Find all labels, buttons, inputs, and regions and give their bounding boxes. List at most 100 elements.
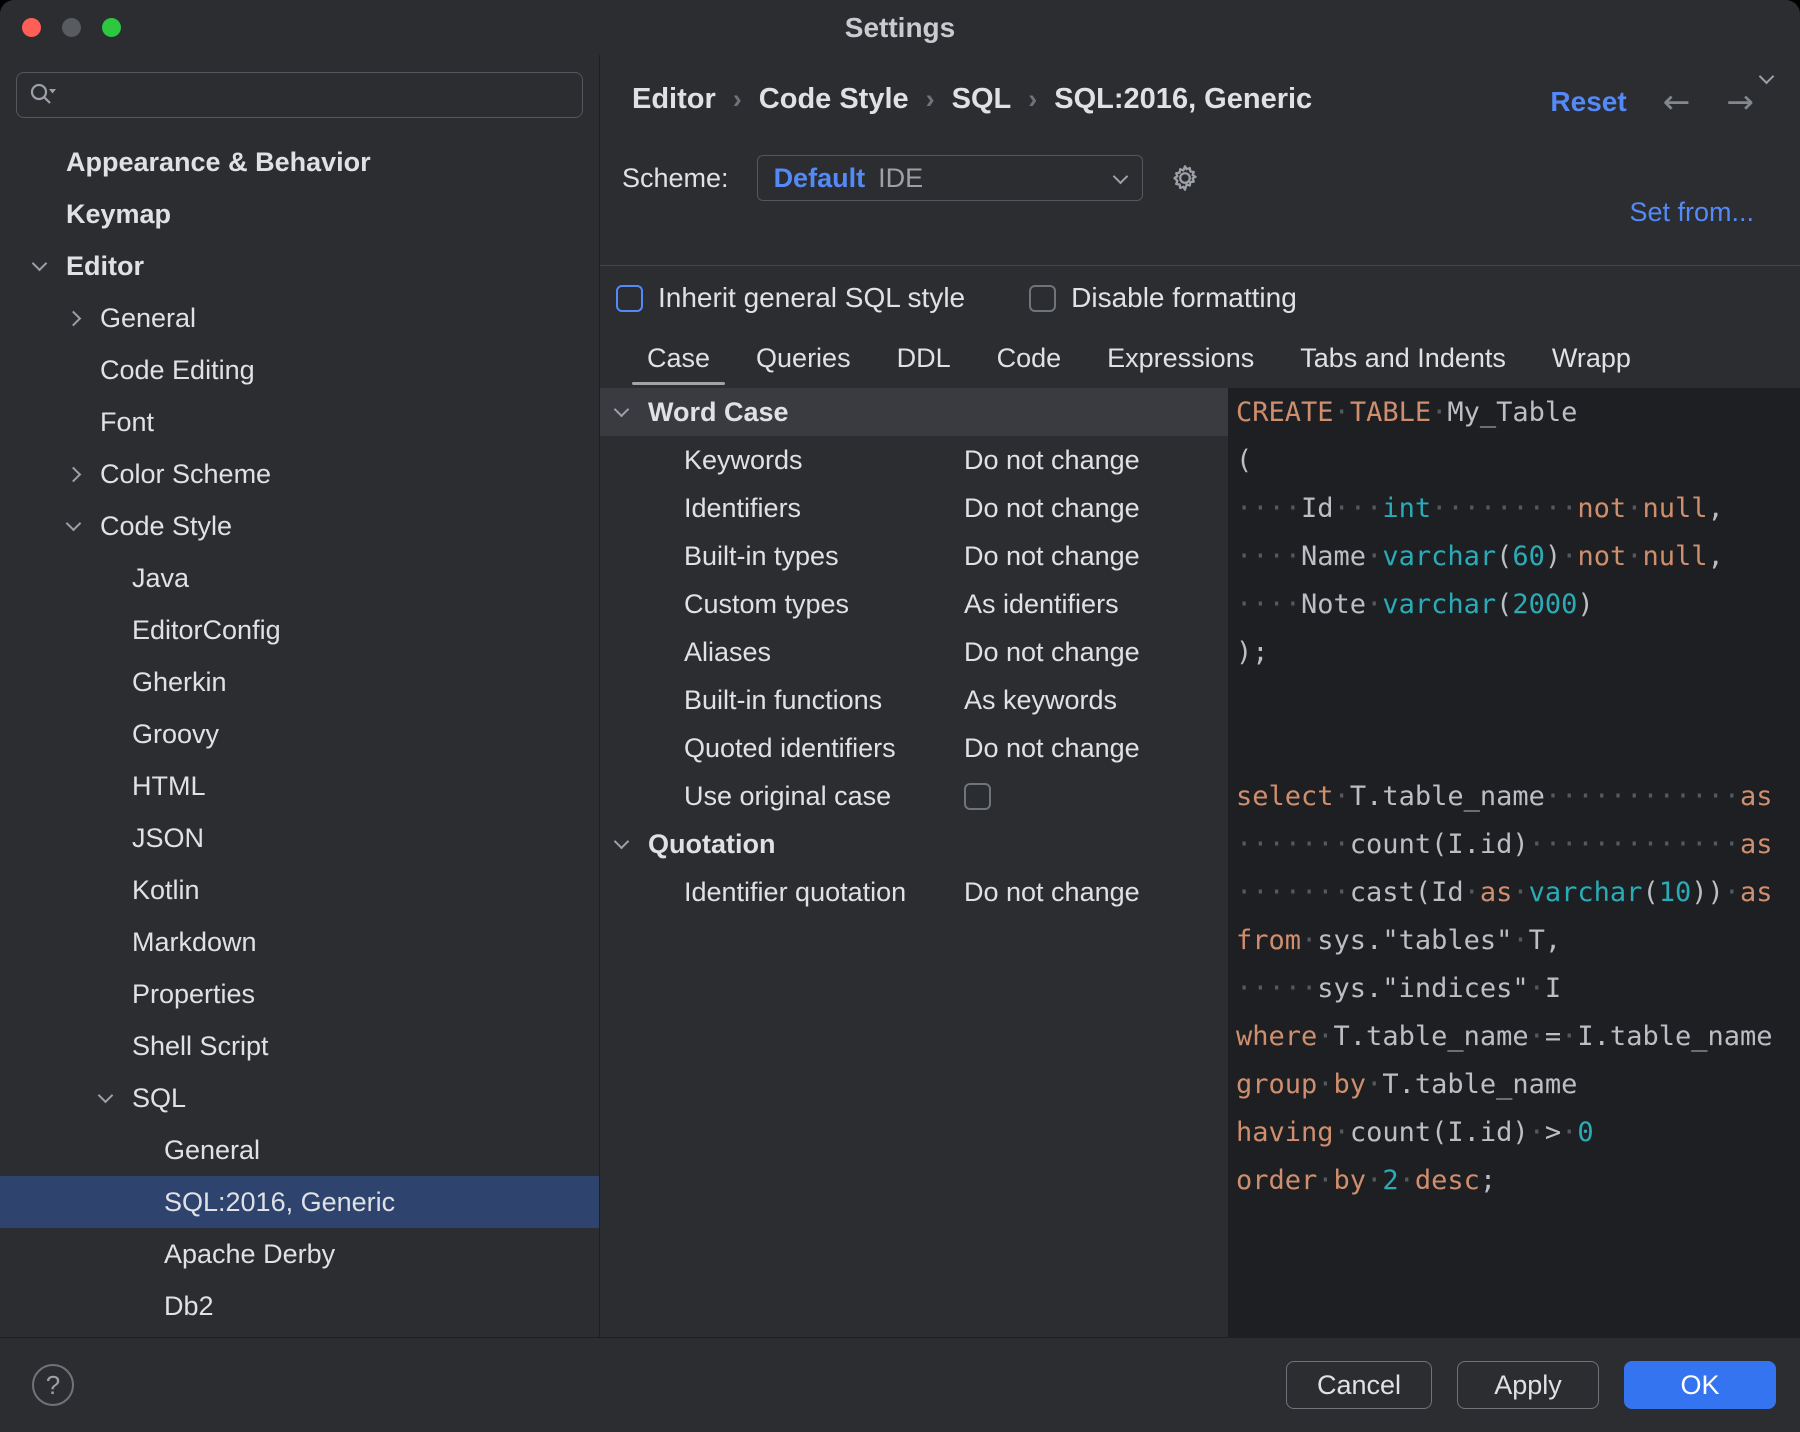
code-token: ····· — [1236, 973, 1317, 1004]
tab-wrapp[interactable]: Wrapp — [1529, 328, 1654, 388]
close-window-button[interactable] — [22, 18, 41, 37]
code-token: · — [1512, 925, 1528, 956]
setting-value-dropdown[interactable]: Do not change — [964, 493, 1140, 524]
code-line: ····Id···int·········not·null, — [1236, 485, 1800, 533]
cancel-button[interactable]: Cancel — [1286, 1361, 1432, 1409]
sidebar-item-label: Java — [132, 563, 189, 594]
reset-button[interactable]: Reset — [1550, 86, 1626, 118]
sidebar-item-label: JSON — [132, 823, 204, 854]
forward-icon[interactable]: → — [1726, 85, 1754, 118]
setting-row-identifier-quotation: Identifier quotationDo not change — [600, 868, 1228, 916]
setting-value-dropdown[interactable]: Do not change — [964, 541, 1140, 572]
setting-label: Keywords — [684, 445, 964, 476]
group-header-quotation[interactable]: Quotation — [600, 820, 1228, 868]
code-token: sys."indices" — [1317, 973, 1528, 1004]
sidebar-item-color-scheme[interactable]: Color Scheme — [0, 448, 599, 500]
sidebar-item-groovy[interactable]: Groovy — [0, 708, 599, 760]
setting-label: Built-in types — [684, 541, 964, 572]
setting-value-dropdown[interactable]: Do not change — [964, 877, 1140, 908]
code-token: · — [1317, 1165, 1333, 1196]
back-icon[interactable]: ← — [1663, 85, 1691, 118]
setting-value-dropdown[interactable]: Do not change — [964, 637, 1140, 668]
sidebar-item-sql[interactable]: SQL — [0, 1072, 599, 1124]
setting-value-dropdown[interactable]: As keywords — [964, 685, 1117, 716]
sidebar-item-kotlin[interactable]: Kotlin — [0, 864, 599, 916]
tab-expressions[interactable]: Expressions — [1084, 328, 1277, 388]
code-token: T.table_name — [1350, 781, 1545, 812]
code-token: count(I.id) — [1350, 1117, 1529, 1148]
chevron-down-icon[interactable] — [34, 263, 66, 269]
header-actions: Reset ← → — [1550, 85, 1754, 118]
search-input[interactable] — [16, 72, 583, 118]
sidebar-item-editorconfig[interactable]: EditorConfig — [0, 604, 599, 656]
sidebar-item-properties[interactable]: Properties — [0, 968, 599, 1020]
gear-icon[interactable] — [1169, 162, 1201, 194]
use-original-case-checkbox[interactable] — [964, 783, 991, 810]
ok-button[interactable]: OK — [1624, 1361, 1776, 1409]
code-line: ·····sys."indices"·I — [1236, 965, 1800, 1013]
code-token: by — [1334, 1165, 1367, 1196]
sidebar-item-sql-2016-generic[interactable]: SQL:2016, Generic — [0, 1176, 599, 1228]
tab-ddl[interactable]: DDL — [874, 328, 974, 388]
sidebar-item-label: Db2 — [164, 1291, 214, 1322]
sidebar-item-font[interactable]: Font — [0, 396, 599, 448]
sidebar-item-markdown[interactable]: Markdown — [0, 916, 599, 968]
code-token: · — [1529, 1021, 1545, 1052]
sidebar-item-shell-script[interactable]: Shell Script — [0, 1020, 599, 1072]
setting-value-dropdown[interactable]: As identifiers — [964, 589, 1119, 620]
sidebar-item-json[interactable]: JSON — [0, 812, 599, 864]
tab-code[interactable]: Code — [974, 328, 1085, 388]
setting-row-use-original-case: Use original case — [600, 772, 1228, 820]
code-token: · — [1464, 877, 1480, 908]
tab-case[interactable]: Case — [624, 328, 733, 388]
minimize-window-button[interactable] — [62, 18, 81, 37]
apply-button[interactable]: Apply — [1457, 1361, 1599, 1409]
breadcrumb-item-sql[interactable]: SQL — [952, 83, 1012, 116]
sidebar-item-java[interactable]: Java — [0, 552, 599, 604]
tabs-overflow-chevron-down-icon[interactable] — [1761, 69, 1772, 87]
zoom-window-button[interactable] — [102, 18, 121, 37]
chevron-down-icon[interactable] — [616, 409, 648, 415]
code-line: CREATE·TABLE·My_Table — [1236, 389, 1800, 437]
sidebar-item-general[interactable]: General — [0, 292, 599, 344]
breadcrumb-item-code-style[interactable]: Code Style — [759, 83, 909, 116]
sidebar-item-general[interactable]: General — [0, 1124, 599, 1176]
sidebar-item-db2[interactable]: Db2 — [0, 1280, 599, 1332]
sidebar-item-label: EditorConfig — [132, 615, 281, 646]
group-title: Word Case — [648, 397, 789, 428]
chevron-right-icon[interactable] — [68, 313, 100, 324]
chevron-down-icon[interactable] — [616, 841, 648, 847]
sidebar-item-appearance-behavior[interactable]: Appearance & Behavior — [0, 136, 599, 188]
help-button[interactable]: ? — [32, 1364, 74, 1406]
tab-tabs-and-indents[interactable]: Tabs and Indents — [1277, 328, 1529, 388]
set-from-link[interactable]: Set from... — [1629, 197, 1754, 228]
chevron-right-icon[interactable] — [68, 469, 100, 480]
tab-queries[interactable]: Queries — [733, 328, 874, 388]
code-token: 0 — [1577, 1117, 1593, 1148]
disable-formatting-checkbox[interactable] — [1029, 285, 1056, 312]
chevron-down-icon[interactable] — [68, 523, 100, 529]
sidebar-item-apache-derby[interactable]: Apache Derby — [0, 1228, 599, 1280]
inherit-sql-style-checkbox[interactable] — [616, 285, 643, 312]
breadcrumb-item-editor[interactable]: Editor — [632, 83, 716, 116]
setting-value-dropdown[interactable]: Do not change — [964, 445, 1140, 476]
code-token: , — [1708, 493, 1724, 524]
scheme-suffix: IDE — [878, 163, 923, 194]
setting-label: Custom types — [684, 589, 964, 620]
setting-value-dropdown[interactable]: Do not change — [964, 733, 1140, 764]
sidebar-item-code-editing[interactable]: Code Editing — [0, 344, 599, 396]
sidebar-item-html[interactable]: HTML — [0, 760, 599, 812]
sidebar: Appearance & BehaviorKeymapEditorGeneral… — [0, 55, 600, 1337]
chevron-down-icon[interactable] — [100, 1095, 132, 1101]
disable-formatting-label: Disable formatting — [1071, 282, 1297, 314]
setting-label: Aliases — [684, 637, 964, 668]
setting-label: Identifier quotation — [684, 877, 964, 908]
sidebar-item-editor[interactable]: Editor — [0, 240, 599, 292]
group-header-word-case[interactable]: Word Case — [600, 388, 1228, 436]
sidebar-item-gherkin[interactable]: Gherkin — [0, 656, 599, 708]
sidebar-item-keymap[interactable]: Keymap — [0, 188, 599, 240]
scheme-select[interactable]: Default IDE — [757, 155, 1143, 201]
sidebar-item-code-style[interactable]: Code Style — [0, 500, 599, 552]
code-line: where·T.table_name·=·I.table_name — [1236, 1013, 1800, 1061]
code-token: · — [1334, 781, 1350, 812]
